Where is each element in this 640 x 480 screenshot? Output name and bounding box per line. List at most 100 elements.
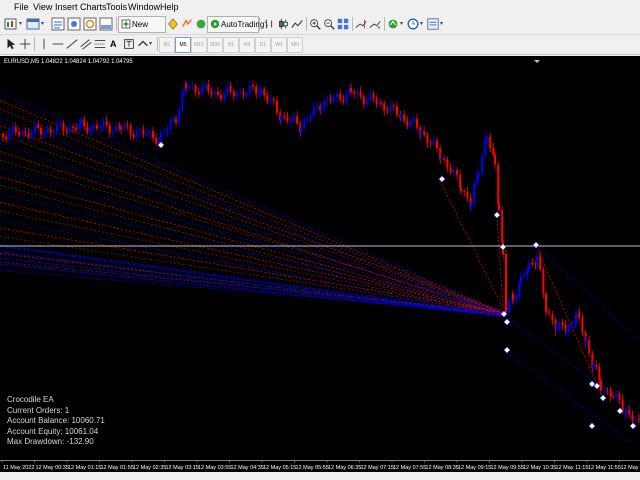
candle-body [585, 340, 587, 344]
candle-body [478, 172, 480, 175]
templates-icon[interactable] [426, 16, 440, 32]
chevron-down-icon[interactable]: ▾ [420, 16, 423, 32]
new-chart-icon[interactable] [3, 16, 19, 32]
candle-body [359, 91, 362, 97]
timeframe-h4[interactable]: H4 [239, 37, 255, 53]
indicators-icon[interactable] [386, 16, 400, 32]
candle-body [175, 118, 177, 123]
crosshair-icon[interactable] [18, 36, 32, 52]
navigator-icon[interactable] [82, 16, 98, 32]
time-label: 12 May 02:35 [133, 465, 166, 471]
fan-line [0, 91, 504, 313]
candle-body [386, 110, 389, 112]
vertical-line-icon[interactable] [37, 36, 51, 52]
candles [2, 79, 640, 426]
candle-body [166, 129, 169, 133]
text-label-icon[interactable] [122, 36, 136, 52]
candle-body [181, 91, 184, 110]
timeframe-m30[interactable]: M30 [207, 37, 223, 53]
zoom-in-icon[interactable] [308, 16, 322, 32]
candle-body [56, 123, 58, 133]
market-watch-icon[interactable] [50, 16, 66, 32]
candle-body [27, 132, 30, 138]
profiles-icon[interactable] [25, 16, 41, 32]
fan-line [0, 236, 504, 314]
arrows-icon[interactable] [136, 36, 150, 52]
candle-body [409, 120, 412, 126]
candle-body [52, 132, 55, 134]
account-equity: Account Equity: 10061.04 [7, 426, 99, 436]
bar-chart-icon[interactable] [262, 16, 276, 32]
candle-body [484, 139, 487, 156]
candle-body [481, 155, 484, 173]
chevron-down-icon[interactable]: ▾ [41, 16, 44, 32]
menu-file[interactable]: File [14, 1, 29, 13]
candle-body [49, 129, 52, 134]
chevron-down-icon[interactable]: ▾ [440, 16, 443, 32]
candle-body [92, 125, 95, 128]
menu-window[interactable]: Window [128, 1, 160, 13]
channel-icon[interactable] [79, 36, 93, 52]
timeframe-m1[interactable]: M1 [159, 37, 175, 53]
trendline-icon[interactable] [65, 36, 79, 52]
auto-scroll-icon[interactable] [368, 16, 382, 32]
horizontal-line-icon[interactable] [51, 36, 65, 52]
candle-body [248, 85, 251, 94]
periods-icon[interactable] [406, 16, 420, 32]
candle-body [598, 367, 601, 381]
line-chart-icon[interactable] [290, 16, 304, 32]
text-tool-icon[interactable]: A [110, 36, 117, 52]
chevron-down-icon[interactable]: ▾ [19, 16, 22, 32]
menu-view[interactable]: View [33, 1, 52, 13]
signals-icon[interactable] [180, 16, 194, 32]
timeframe-w1[interactable]: W1 [271, 37, 287, 53]
candle-body [83, 119, 86, 127]
candle-body [152, 130, 154, 138]
candle-body [406, 120, 409, 126]
timeframe-m5[interactable]: M5 [175, 37, 191, 53]
candle-body [356, 91, 359, 94]
candle-body [372, 94, 375, 99]
market-icon[interactable] [194, 16, 208, 32]
timeframe-m15[interactable]: M15 [191, 37, 207, 53]
chart-shift-icon[interactable] [354, 16, 368, 32]
fibonacci-icon[interactable] [93, 36, 107, 52]
cursor-icon[interactable] [4, 36, 18, 52]
toolbar-separator [384, 17, 385, 31]
candle-body [523, 275, 526, 277]
chart-window[interactable]: EURUSD,M5 1.04822 1.04824 1.04792 1.0479… [0, 56, 640, 460]
zoom-out-icon[interactable] [322, 16, 336, 32]
candle-body [592, 364, 594, 369]
fan-line [0, 193, 504, 313]
terminal-icon[interactable] [98, 16, 114, 32]
order-marker-icon [499, 243, 507, 251]
data-window-icon[interactable] [66, 16, 82, 32]
candle-body [625, 409, 627, 415]
candle-body [412, 118, 415, 121]
candle-body [40, 127, 42, 135]
new-order-button[interactable]: New Order [118, 16, 166, 44]
tile-windows-icon[interactable] [336, 16, 350, 32]
chevron-down-icon[interactable]: ▾ [400, 16, 403, 32]
candle-body [68, 126, 71, 132]
chart-shift-marker-icon[interactable] [534, 60, 540, 63]
candle-body [492, 147, 495, 155]
metaeditor-icon[interactable] [166, 16, 180, 32]
menu-insert[interactable]: Insert [55, 1, 78, 13]
candle-body [615, 393, 618, 398]
timeframe-mn[interactable]: MN [287, 37, 303, 53]
autotrading-button[interactable]: AutoTrading [207, 16, 264, 33]
menu-tools[interactable]: Tools [106, 1, 127, 13]
candle-body [89, 127, 92, 133]
timeframe-d1[interactable]: D1 [255, 37, 271, 53]
candle-body [332, 96, 335, 102]
chevron-down-icon[interactable]: ▾ [149, 36, 152, 52]
candle-body [242, 91, 245, 96]
candle-body [207, 84, 210, 92]
candle-body [75, 127, 78, 130]
candle-body [80, 119, 82, 124]
menu-help[interactable]: Help [160, 1, 179, 13]
candlestick-icon[interactable] [276, 16, 290, 32]
timeframe-h1[interactable]: H1 [223, 37, 239, 53]
menu-charts[interactable]: Charts [80, 1, 107, 13]
